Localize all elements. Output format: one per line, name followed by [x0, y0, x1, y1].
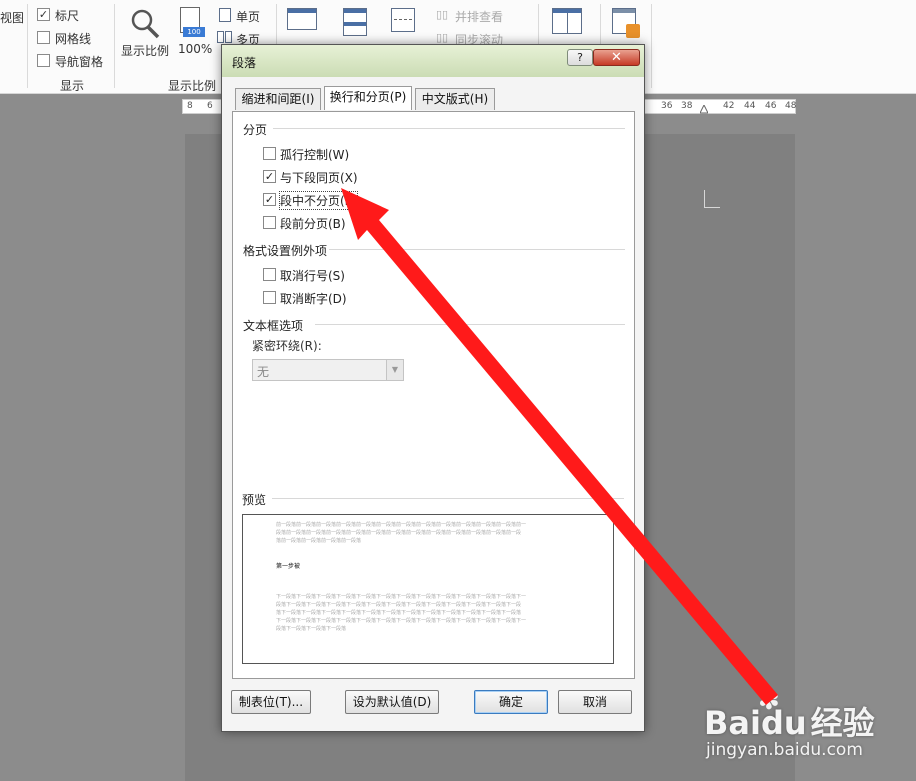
tab-asian-typography[interactable]: 中文版式(H)	[415, 88, 495, 110]
single-page-button[interactable]: 单页	[236, 8, 260, 25]
suppress-line-numbers-label[interactable]: 取消行号(S)	[280, 267, 345, 284]
keep-lines-together-checkbox[interactable]: ✓	[263, 193, 276, 206]
switch-windows-icon[interactable]	[552, 8, 582, 34]
widow-control-checkbox[interactable]	[263, 147, 276, 160]
check-icon: ✓	[264, 193, 275, 206]
zoom-group-label: 显示比例	[168, 79, 217, 93]
ruler-tick: 48	[785, 101, 797, 111]
preview-next-line: 下一段落下一段落下一段落下一段落下一段落下一段落下一段落下一段落下一段落下一段落…	[276, 618, 527, 624]
watermark-logo-suffix: 经验	[810, 704, 875, 742]
preview-prev-line: 段落前一段落前一段落前一段落前一段落前一段落前一段落前一段落前一段落前一段落前一…	[276, 530, 522, 536]
page-break-before-checkbox[interactable]	[263, 216, 276, 229]
gridlines-label[interactable]: 网格线	[55, 30, 91, 47]
ribbon-separator	[651, 4, 652, 88]
check-icon: ✓	[264, 170, 275, 183]
watermark-logo: Baidu 经验	[704, 698, 875, 744]
single-page-icon[interactable]	[219, 8, 231, 22]
dialog-title: 段落	[232, 56, 257, 70]
pagination-section-title: 分页	[243, 123, 268, 137]
preview-section-title: 预览	[242, 493, 267, 507]
textbox-section-title: 文本框选项	[243, 319, 304, 333]
watermark-logo-text: Bai	[704, 704, 761, 742]
page-break-before-label[interactable]: 段前分页(B)	[280, 215, 346, 232]
help-button[interactable]: ?	[567, 49, 593, 66]
sync-scroll-icon: ▯▯	[436, 31, 449, 44]
nav-pane-checkbox[interactable]	[37, 54, 50, 67]
preview-next-line: 段落下一段落下一段落下一段落	[276, 626, 347, 632]
page-margin-corner	[704, 190, 720, 208]
preview-pane: 前一段落前一段落前一段落前一段落前一段落前一段落前一段落前一段落前一段落前一段落…	[242, 514, 614, 664]
zoom-button[interactable]: 显示比例	[121, 42, 169, 59]
chevron-down-icon[interactable]: ▼	[386, 360, 403, 380]
preview-prev-line: 前一段落前一段落前一段落前一段落前一段落前一段落前一段落前一段落前一段落前一段落…	[276, 522, 527, 528]
section-divider	[315, 324, 625, 325]
keep-with-next-label[interactable]: 与下段同页(X)	[280, 169, 358, 186]
side-by-side-icon: ▯▯	[436, 8, 449, 21]
zoom-100-badge: 100	[183, 27, 205, 37]
split-icon[interactable]	[391, 8, 415, 32]
suppress-line-numbers-checkbox[interactable]	[263, 268, 276, 281]
section-divider	[329, 249, 625, 250]
magnifier-icon[interactable]	[128, 6, 162, 40]
ruler-tick: 44	[744, 101, 756, 111]
ruler-label[interactable]: 标尺	[55, 7, 79, 24]
paragraph-dialog: 段落 ? ✕ 缩进和间距(I) 换行和分页(P) 中文版式(H) 分页 孤行控制…	[221, 44, 645, 732]
ruler-tick: 8	[187, 101, 193, 111]
multi-page-icon	[225, 31, 232, 43]
nav-pane-label[interactable]: 导航窗格	[55, 53, 103, 70]
close-button[interactable]: ✕	[593, 49, 640, 66]
macro-badge-icon	[626, 24, 640, 38]
right-indent-marker-icon[interactable]	[700, 105, 708, 114]
watermark-logo-char: du	[760, 704, 807, 742]
zoom-100-icon[interactable]: 100	[180, 7, 206, 39]
no-hyphenation-label[interactable]: 取消断字(D)	[280, 290, 347, 307]
dialog-titlebar[interactable]: 段落 ? ✕	[222, 45, 644, 77]
preview-sample-text: 第一步被	[276, 563, 301, 570]
tight-wrap-select[interactable]: 无 ▼	[252, 359, 404, 381]
keep-with-next-checkbox[interactable]: ✓	[263, 170, 276, 183]
ribbon-separator	[27, 4, 28, 88]
exceptions-section-title: 格式设置例外项	[243, 244, 328, 258]
show-group-label: 显示	[60, 79, 85, 93]
ribbon-separator	[114, 4, 115, 88]
tabs-button[interactable]: 制表位(T)...	[231, 690, 311, 714]
ruler-tick: 42	[723, 101, 735, 111]
tight-wrap-label: 紧密环绕(R):	[252, 339, 322, 353]
set-default-button[interactable]: 设为默认值(D)	[345, 690, 439, 714]
ruler-tick: 46	[765, 101, 777, 111]
tab-line-page-breaks[interactable]: 换行和分页(P)	[324, 86, 412, 110]
ruler-tick: 6	[207, 101, 213, 111]
widow-control-label[interactable]: 孤行控制(W)	[280, 146, 349, 163]
keep-lines-together-label[interactable]: 段中不分页(K)	[278, 191, 359, 210]
section-divider	[272, 498, 624, 499]
watermark-url: jingyan.baidu.com	[706, 740, 863, 760]
preview-prev-line: 落前一段落前一段落前一段落前一段落	[276, 538, 362, 544]
preview-next-line: 落下一段落下一段落下一段落下一段落下一段落下一段落下一段落下一段落下一段落下一段…	[276, 610, 522, 616]
side-by-side-button[interactable]: 并排查看	[455, 8, 503, 25]
no-hyphenation-checkbox[interactable]	[263, 291, 276, 304]
gridlines-checkbox[interactable]	[37, 31, 50, 44]
preview-next-line: 段落下一段落下一段落下一段落下一段落下一段落下一段落下一段落下一段落下一段落下一…	[276, 602, 522, 608]
ruler-checkbox[interactable]: ✓	[37, 8, 50, 21]
view-label[interactable]: 视图	[0, 9, 24, 26]
ruler-tick: 36	[661, 101, 673, 111]
tight-wrap-value: 无	[257, 365, 270, 379]
close-icon: ✕	[611, 50, 622, 65]
tab-indents-spacing[interactable]: 缩进和间距(I)	[235, 88, 321, 110]
section-divider	[273, 128, 625, 129]
baidu-jingyan-watermark: ✽ Baidu 经验 jingyan.baidu.com	[700, 680, 910, 770]
zoom-100-button[interactable]: 100%	[178, 42, 212, 56]
check-icon: ✓	[38, 8, 49, 21]
multi-page-icon[interactable]	[217, 31, 224, 43]
new-window-icon[interactable]	[287, 8, 317, 30]
cancel-button[interactable]: 取消	[558, 690, 632, 714]
arrange-all-icon[interactable]	[343, 8, 367, 36]
ruler-tick: 38	[681, 101, 693, 111]
ok-button[interactable]: 确定	[474, 690, 548, 714]
preview-next-line: 下一段落下一段落下一段落下一段落下一段落下一段落下一段落下一段落下一段落下一段落…	[276, 594, 527, 600]
